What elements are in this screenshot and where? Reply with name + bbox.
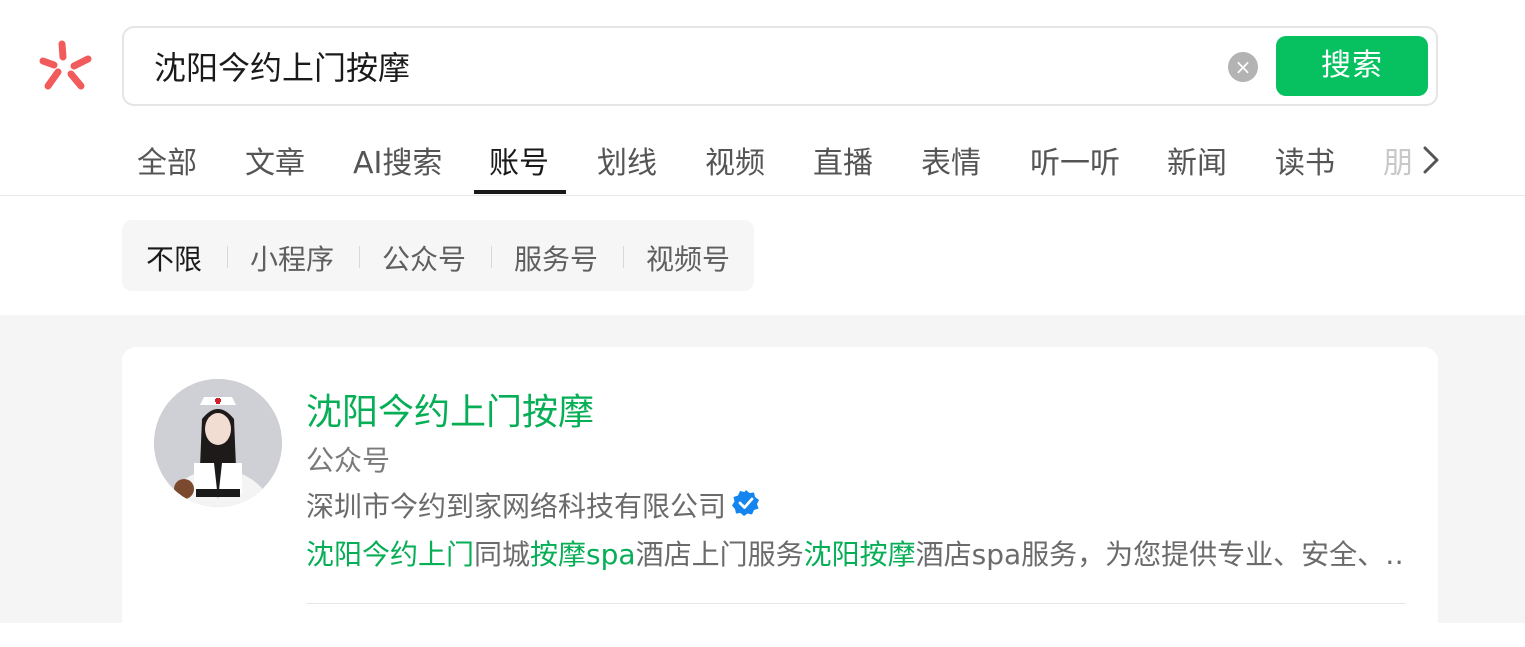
filter-all[interactable]: 不限 (146, 238, 202, 278)
search-box: × 搜索 (122, 26, 1438, 106)
account-owner: 深圳市今约到家网络科技有限公司 (306, 490, 727, 523)
clear-icon[interactable]: × (1228, 52, 1258, 82)
filter-separator (623, 246, 624, 268)
filter-mini-program[interactable]: 小程序 (250, 238, 334, 278)
keyword-highlight: spa (586, 538, 636, 571)
filter-service-account[interactable]: 服务号 (514, 238, 598, 278)
account-type-label: 公众号 (306, 444, 391, 477)
tab-friends[interactable]: 朋 (1383, 138, 1419, 182)
filter-channels[interactable]: 视频号 (646, 238, 730, 278)
wechat-search-logo-icon[interactable] (36, 38, 96, 94)
tab-ai-search[interactable]: AI搜索 (353, 138, 442, 182)
keyword-highlight: 沈阳今约上门 (306, 538, 475, 571)
tab-bar: 全部 文章 AI搜索 账号 划线 视频 直播 表情 听一听 新闻 读书 朋 (0, 122, 1525, 196)
tab-news[interactable]: 新闻 (1167, 138, 1227, 182)
description-text: 酒店上门服务 (635, 538, 804, 571)
description-text: 同城 (474, 538, 531, 571)
account-name[interactable]: 沈阳今约上门按摩 (306, 383, 594, 435)
search-input[interactable] (154, 42, 1214, 90)
search-button[interactable]: 搜索 (1276, 36, 1428, 96)
filter-official-account[interactable]: 公众号 (382, 238, 466, 278)
tab-articles[interactable]: 文章 (245, 138, 305, 182)
tab-listen[interactable]: 听一听 (1030, 138, 1120, 182)
tab-videos[interactable]: 视频 (705, 138, 765, 182)
divider (0, 195, 1525, 196)
account-description: 沈阳今约上门同城按摩spa酒店上门服务沈阳按摩酒店spa服务，为您提供专业、安全… (306, 533, 1406, 573)
tab-stickers[interactable]: 表情 (921, 138, 981, 182)
filter-separator (491, 246, 492, 268)
results-area: 沈阳今约上门按摩 公众号 深圳市今约到家网络科技有限公司 沈阳今约上门同城按摩s… (0, 315, 1525, 647)
tab-books[interactable]: 读书 (1275, 138, 1335, 182)
account-type-filter: 不限 小程序 公众号 服务号 视频号 (122, 220, 754, 291)
active-tab-indicator (474, 190, 566, 194)
search-header: × 搜索 全部 文章 AI搜索 账号 划线 视频 直播 表情 听一听 新闻 读书… (0, 0, 1525, 315)
filter-separator (359, 246, 360, 268)
keyword-highlight: 按摩 (530, 538, 587, 571)
account-result-card[interactable]: 沈阳今约上门按摩 公众号 深圳市今约到家网络科技有限公司 沈阳今约上门同城按摩s… (122, 347, 1438, 647)
avatar[interactable] (154, 379, 282, 507)
chevron-right-icon[interactable] (1418, 142, 1444, 178)
keyword-highlight: 沈阳按摩 (803, 538, 916, 571)
verified-badge-icon (732, 490, 759, 516)
divider (306, 603, 1406, 604)
tab-accounts[interactable]: 账号 (489, 138, 549, 182)
tab-highlights[interactable]: 划线 (597, 138, 657, 182)
description-text: 酒店spa服务，为您提供专业、安全、… (915, 538, 1406, 571)
filter-separator (227, 246, 228, 268)
tab-all[interactable]: 全部 (137, 138, 197, 182)
tab-live[interactable]: 直播 (813, 138, 873, 182)
